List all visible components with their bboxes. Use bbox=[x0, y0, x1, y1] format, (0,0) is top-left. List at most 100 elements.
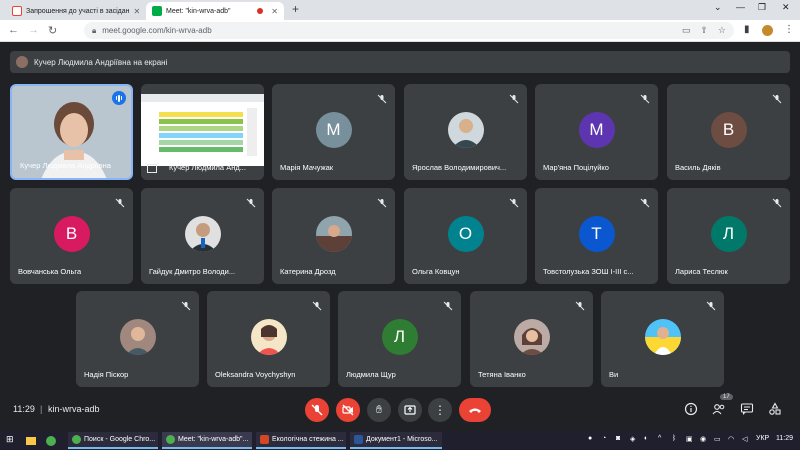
mic-off-icon bbox=[377, 91, 387, 104]
app-tray-icon[interactable]: ▣ bbox=[686, 435, 693, 443]
info-icon bbox=[684, 402, 698, 416]
mic-off-icon bbox=[115, 195, 125, 208]
file-explorer-icon[interactable] bbox=[26, 437, 36, 445]
mic-off-icon bbox=[443, 298, 453, 311]
participant-name: Ярослав Володимирович... bbox=[412, 163, 507, 172]
tab-meet[interactable]: Meet: "kin-wrva-adb" ✕ bbox=[146, 2, 284, 20]
lock-icon: 🔒︎ bbox=[92, 25, 97, 35]
participant-tile[interactable]: Л Людмила Щур bbox=[338, 291, 461, 387]
participant-tile[interactable]: B Вовчанська Ольга bbox=[10, 188, 133, 284]
back-icon[interactable]: ← bbox=[8, 24, 19, 36]
participant-tile[interactable]: Гайдук Дмитро Володи... bbox=[141, 188, 264, 284]
chrome-icon[interactable] bbox=[46, 436, 56, 446]
share-icon[interactable]: ⇪ bbox=[700, 25, 708, 36]
pin-off-icon[interactable] bbox=[246, 91, 256, 103]
bluetooth-icon[interactable]: ᛒ bbox=[672, 435, 676, 442]
taskbar-item-powerpoint[interactable]: Екологічна стежина ... bbox=[256, 432, 346, 449]
taskbar-item-chrome-search[interactable]: Поиск - Google Chro... bbox=[68, 432, 158, 449]
participant-avatar: M bbox=[315, 112, 352, 148]
app-tray-icon[interactable]: ◉ bbox=[700, 435, 706, 443]
participant-name: Ви bbox=[609, 370, 619, 379]
close-icon[interactable]: ✕ bbox=[134, 7, 141, 16]
new-tab-button[interactable]: + bbox=[292, 2, 299, 16]
taskbar-item-label: Meet: "kin-wrva-adb"... bbox=[178, 436, 249, 443]
taskbar-item-word[interactable]: Документ1 - Microso... bbox=[350, 432, 442, 449]
participant-avatar: O bbox=[447, 216, 484, 252]
participant-tile[interactable]: M Марія Мачужак bbox=[272, 84, 395, 180]
wifi-icon[interactable]: ◠ bbox=[728, 435, 734, 443]
chat-icon bbox=[740, 403, 754, 415]
participant-tile-you[interactable]: Ви bbox=[601, 291, 724, 387]
sidebar-icon[interactable]: ▮ bbox=[744, 24, 750, 35]
camera-icon[interactable]: ▭ bbox=[682, 25, 691, 36]
participant-name: Катерина Дрозд bbox=[280, 267, 336, 276]
bookmark-star-icon[interactable]: ☆ bbox=[718, 25, 726, 36]
participant-tile[interactable]: Надія Піскор bbox=[76, 291, 199, 387]
participant-name: Кучер Людмила Анд... bbox=[169, 163, 246, 172]
participant-tile[interactable]: Ярослав Володимирович... bbox=[404, 84, 527, 180]
presentation-banner[interactable]: Кучер Людмила Андріївна на екрані bbox=[10, 51, 790, 73]
leave-call-button[interactable] bbox=[459, 398, 491, 422]
omnibox[interactable]: 🔒︎ meet.google.com/kin-wrva-adb ▭ ⇪ ☆ bbox=[84, 22, 734, 39]
separator: | bbox=[40, 404, 43, 414]
mic-toggle-button[interactable] bbox=[305, 398, 329, 422]
app-tray-icon[interactable]: ◙ bbox=[616, 435, 620, 442]
people-icon bbox=[712, 404, 725, 415]
network-tray-icon[interactable]: ◔ bbox=[602, 435, 606, 442]
activities-button[interactable] bbox=[768, 402, 782, 416]
raise-hand-button[interactable]: ✋︎ bbox=[367, 398, 391, 422]
show-hidden-icons-icon[interactable]: ^ bbox=[658, 435, 661, 442]
participant-name: Ольга Ковцун bbox=[412, 267, 460, 276]
participant-tile[interactable]: Л Лариса Теслюк bbox=[667, 188, 790, 284]
restore-button[interactable]: ❐ bbox=[758, 2, 766, 13]
participant-tile-self-video[interactable]: Кучер Людмила Андріївна bbox=[10, 84, 133, 180]
forward-icon[interactable]: → bbox=[28, 24, 39, 36]
activities-icon bbox=[769, 402, 781, 415]
participant-avatar: T bbox=[578, 216, 615, 252]
more-vert-icon: ⋮ bbox=[434, 403, 446, 417]
presenter-text: Кучер Людмила Андріївна на екрані bbox=[34, 57, 168, 67]
participant-name: Людмила Щур bbox=[346, 370, 396, 379]
window-close-button[interactable]: ✕ bbox=[782, 2, 790, 13]
app-tray-icon[interactable]: ◈ bbox=[630, 435, 635, 443]
notification-tray-icon[interactable]: ◐ bbox=[644, 435, 648, 442]
url-text[interactable]: meet.google.com/kin-wrva-adb bbox=[102, 26, 211, 35]
participant-tile[interactable]: B Василь Дяків bbox=[667, 84, 790, 180]
participant-tile[interactable]: Oleksandra Voychyshyn bbox=[207, 291, 330, 387]
participant-tile[interactable]: T Товстолузька ЗОШ І-ІІІ с... bbox=[535, 188, 658, 284]
participant-photo bbox=[184, 216, 221, 252]
participants-button[interactable] bbox=[712, 402, 726, 416]
minimize-button[interactable]: — bbox=[736, 2, 745, 12]
taskbar-clock[interactable]: 11:29 bbox=[776, 435, 793, 442]
present-now-button[interactable] bbox=[398, 398, 422, 422]
participant-tile[interactable]: M Мар'яна Поцілуйко bbox=[535, 84, 658, 180]
volume-icon[interactable]: ◁ bbox=[742, 435, 747, 443]
taskbar-item-meet[interactable]: Meet: "kin-wrva-adb"... bbox=[162, 432, 252, 449]
meeting-time: 11:29 bbox=[13, 404, 35, 414]
reload-icon[interactable]: ↻ bbox=[48, 24, 57, 37]
windows-start-icon[interactable]: ⊞ bbox=[6, 434, 14, 445]
chat-button[interactable] bbox=[740, 402, 754, 416]
participant-tile-screen-share[interactable]: Кучер Людмила Анд... bbox=[141, 84, 264, 180]
tab-search-icon[interactable]: ⌄ bbox=[714, 2, 722, 13]
participant-tile[interactable]: O Ольга Ковцун bbox=[404, 188, 527, 284]
participant-name: Надія Піскор bbox=[84, 370, 129, 379]
browser-tab-strip: Запрошення до участі в засідан ✕ Meet: "… bbox=[0, 0, 800, 20]
participant-tile[interactable]: Тетяна Іванко bbox=[470, 291, 593, 387]
participant-avatar: B bbox=[53, 216, 90, 252]
participant-tile[interactable]: Катерина Дрозд bbox=[272, 188, 395, 284]
camera-toggle-button[interactable] bbox=[336, 398, 360, 422]
profile-avatar[interactable] bbox=[762, 25, 773, 36]
tab-gmail[interactable]: Запрошення до участі в засідан ✕ bbox=[6, 2, 146, 20]
chrome-icon bbox=[166, 435, 175, 444]
close-icon[interactable]: ✕ bbox=[271, 7, 278, 16]
battery-icon[interactable]: ▭ bbox=[714, 435, 721, 443]
meeting-control-bar: 11:29 | kin-wrva-adb ✋︎ ⋮ bbox=[0, 392, 800, 430]
input-language[interactable]: УКР bbox=[756, 435, 769, 442]
more-options-button[interactable]: ⋮ bbox=[428, 398, 452, 422]
gmail-icon bbox=[12, 6, 22, 16]
menu-kebab-icon[interactable]: ⋮ bbox=[784, 24, 794, 35]
meeting-details-button[interactable] bbox=[684, 402, 698, 416]
mic-off-icon bbox=[377, 195, 387, 208]
whatsapp-tray-icon[interactable]: ● bbox=[588, 435, 592, 442]
